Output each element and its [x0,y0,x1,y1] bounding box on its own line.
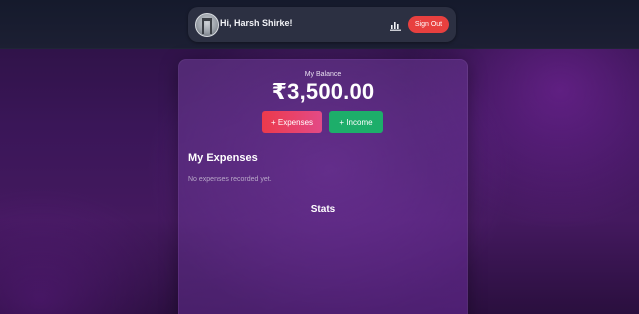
bar-chart-icon[interactable] [390,18,401,31]
expenses-heading: My Expenses [188,152,258,164]
sign-out-button[interactable]: Sign Out [408,16,449,33]
balance-amount: ₹3,500.00 [271,79,375,104]
stats-heading: Stats [310,204,336,215]
avatar[interactable] [195,13,219,37]
add-expense-button[interactable]: + Expenses [262,111,322,133]
avatar-figure [202,18,212,34]
add-income-button[interactable]: + Income [329,111,383,133]
balance-label: My Balance [304,71,342,78]
expenses-empty-message: No expenses recorded yet. [188,176,272,183]
greeting-text: Hi, Harsh Shirke! [220,18,293,28]
user-header: Hi, Harsh Shirke! Sign Out [188,7,456,42]
balance-card: My Balance ₹3,500.00 + Expenses + Income… [178,59,468,314]
top-bar: Hi, Harsh Shirke! Sign Out [0,0,639,49]
